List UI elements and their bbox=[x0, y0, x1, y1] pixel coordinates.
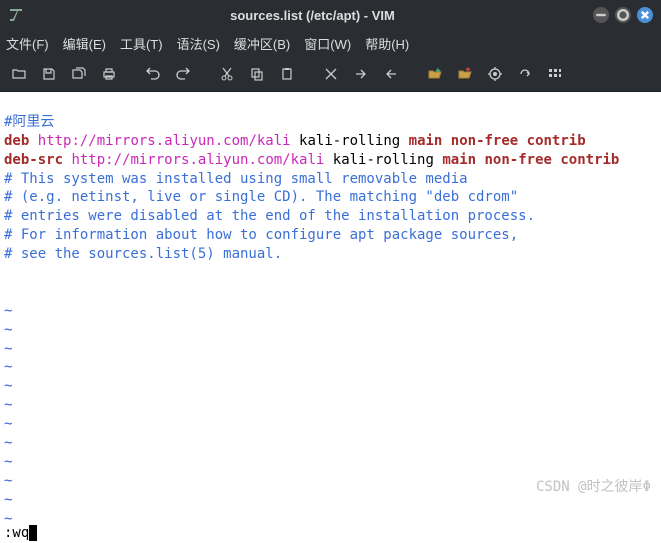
redo-icon[interactable] bbox=[170, 61, 196, 87]
copy-icon[interactable] bbox=[244, 61, 270, 87]
findprev-icon[interactable] bbox=[378, 61, 404, 87]
code-comment: # This system was installed using small … bbox=[4, 171, 468, 187]
menu-help[interactable]: 帮助(H) bbox=[365, 34, 409, 53]
close-icon[interactable] bbox=[637, 7, 653, 23]
watermark: CSDN @时之彼岸Φ bbox=[536, 478, 651, 497]
code-comment: # see the sources.list(5) manual. bbox=[4, 246, 282, 262]
replace-icon[interactable] bbox=[318, 61, 344, 87]
deb-keyword: deb bbox=[4, 133, 29, 149]
empty-line-tilde: ~ bbox=[4, 492, 12, 508]
menu-syntax[interactable]: 语法(S) bbox=[177, 34, 220, 53]
repo-url: http://mirrors.aliyun.com/kali bbox=[38, 133, 291, 149]
session-save-icon[interactable] bbox=[452, 61, 478, 87]
empty-line-tilde: ~ bbox=[4, 435, 12, 451]
empty-line-tilde: ~ bbox=[4, 322, 12, 338]
editor-area[interactable]: #阿里云 deb http://mirrors.aliyun.com/kali … bbox=[0, 92, 661, 521]
empty-line-tilde: ~ bbox=[4, 416, 12, 432]
runscript-icon[interactable] bbox=[482, 61, 508, 87]
code-comment: # For information about how to configure… bbox=[4, 227, 518, 243]
empty-line-tilde: ~ bbox=[4, 454, 12, 470]
minimize-icon[interactable] bbox=[593, 7, 609, 23]
empty-line-tilde: ~ bbox=[4, 397, 12, 413]
menu-window[interactable]: 窗口(W) bbox=[304, 34, 351, 53]
components: main non-free contrib bbox=[409, 133, 586, 149]
cut-icon[interactable] bbox=[214, 61, 240, 87]
findnext-icon[interactable] bbox=[348, 61, 374, 87]
command-line[interactable]: :wq bbox=[0, 521, 661, 543]
empty-line-tilde: ~ bbox=[4, 511, 12, 521]
vim-icon bbox=[8, 7, 24, 23]
menu-tools[interactable]: 工具(T) bbox=[120, 34, 163, 53]
debsrc-keyword: deb-src bbox=[4, 152, 63, 168]
command-text: :wq bbox=[4, 525, 29, 541]
empty-line-tilde: ~ bbox=[4, 378, 12, 394]
components: main non-free contrib bbox=[442, 152, 619, 168]
empty-line-tilde: ~ bbox=[4, 473, 12, 489]
menubar: 文件(F) 编辑(E) 工具(T) 语法(S) 缓冲区(B) 窗口(W) 帮助(… bbox=[0, 30, 661, 56]
session-load-icon[interactable] bbox=[422, 61, 448, 87]
distribution: kali-rolling bbox=[299, 133, 400, 149]
code-comment: #阿里云 bbox=[4, 114, 54, 130]
cursor-icon bbox=[29, 525, 37, 541]
empty-line-tilde: ~ bbox=[4, 359, 12, 375]
paste-icon[interactable] bbox=[274, 61, 300, 87]
empty-line-tilde: ~ bbox=[4, 303, 12, 319]
window-title: sources.list (/etc/apt) - VIM bbox=[32, 8, 593, 23]
repo-url: http://mirrors.aliyun.com/kali bbox=[71, 152, 324, 168]
taglist-icon[interactable] bbox=[542, 61, 568, 87]
undo-icon[interactable] bbox=[140, 61, 166, 87]
print-icon[interactable] bbox=[96, 61, 122, 87]
code-comment: # (e.g. netinst, live or single CD). The… bbox=[4, 189, 518, 205]
maximize-icon[interactable] bbox=[615, 7, 631, 23]
open-icon[interactable] bbox=[6, 61, 32, 87]
menu-buffers[interactable]: 缓冲区(B) bbox=[234, 34, 290, 53]
empty-line-tilde: ~ bbox=[4, 341, 12, 357]
toolbar bbox=[0, 56, 661, 92]
menu-file[interactable]: 文件(F) bbox=[6, 34, 49, 53]
saveall-icon[interactable] bbox=[66, 61, 92, 87]
window-controls bbox=[593, 7, 653, 23]
code-comment: # entries were disabled at the end of th… bbox=[4, 208, 535, 224]
menu-edit[interactable]: 编辑(E) bbox=[63, 34, 106, 53]
distribution: kali-rolling bbox=[333, 152, 434, 168]
make-icon[interactable] bbox=[512, 61, 538, 87]
titlebar: sources.list (/etc/apt) - VIM bbox=[0, 0, 661, 30]
save-icon[interactable] bbox=[36, 61, 62, 87]
